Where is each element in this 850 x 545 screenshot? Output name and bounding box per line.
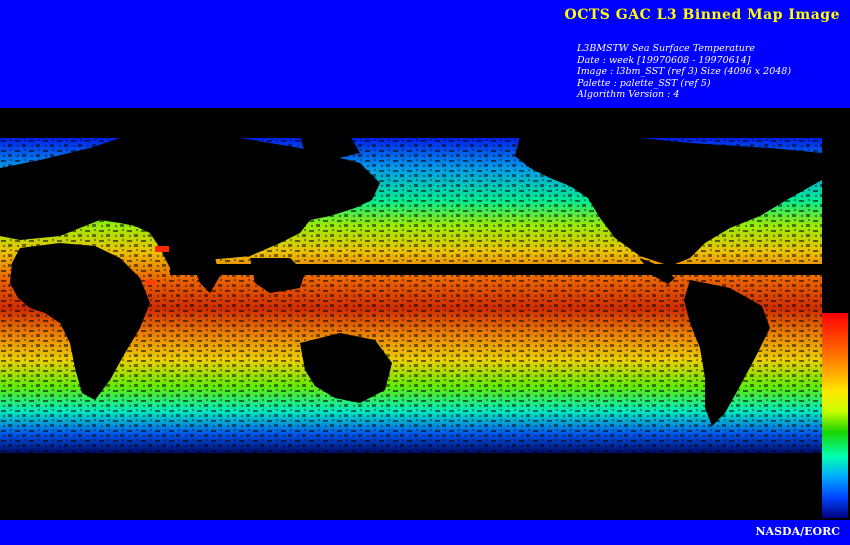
meta-algorithm: Algorithm Version : 4 xyxy=(577,89,680,100)
meta-palette: Palette : palette_SST (ref 5) xyxy=(577,77,711,89)
persian-gulf-warm xyxy=(145,280,157,285)
sst-map xyxy=(0,108,850,520)
sst-colorbar xyxy=(822,313,848,518)
footer-banner: NASDA/EORC xyxy=(0,520,850,545)
meta-image: Image : l3bm_SST (ref 3) Size (4096 x 20… xyxy=(577,66,792,77)
meta-product: L3BMSTW Sea Surface Temperature xyxy=(577,43,756,54)
meta-date: Date : week [19970608 - 19970614] xyxy=(577,54,751,66)
red-sea-warm xyxy=(155,246,169,252)
metadata-block: L3BMSTW Sea Surface Temperature Date : w… xyxy=(577,43,791,101)
antarctic-no-data xyxy=(0,453,850,520)
credit-label: NASDA/EORC xyxy=(755,525,841,538)
sst-map-svg xyxy=(0,108,850,520)
header-banner: OCTS GAC L3 Binned Map Image L3BMSTW Sea… xyxy=(0,0,850,108)
map-title: OCTS GAC L3 Binned Map Image xyxy=(564,7,840,23)
arctic-no-data xyxy=(0,108,850,138)
